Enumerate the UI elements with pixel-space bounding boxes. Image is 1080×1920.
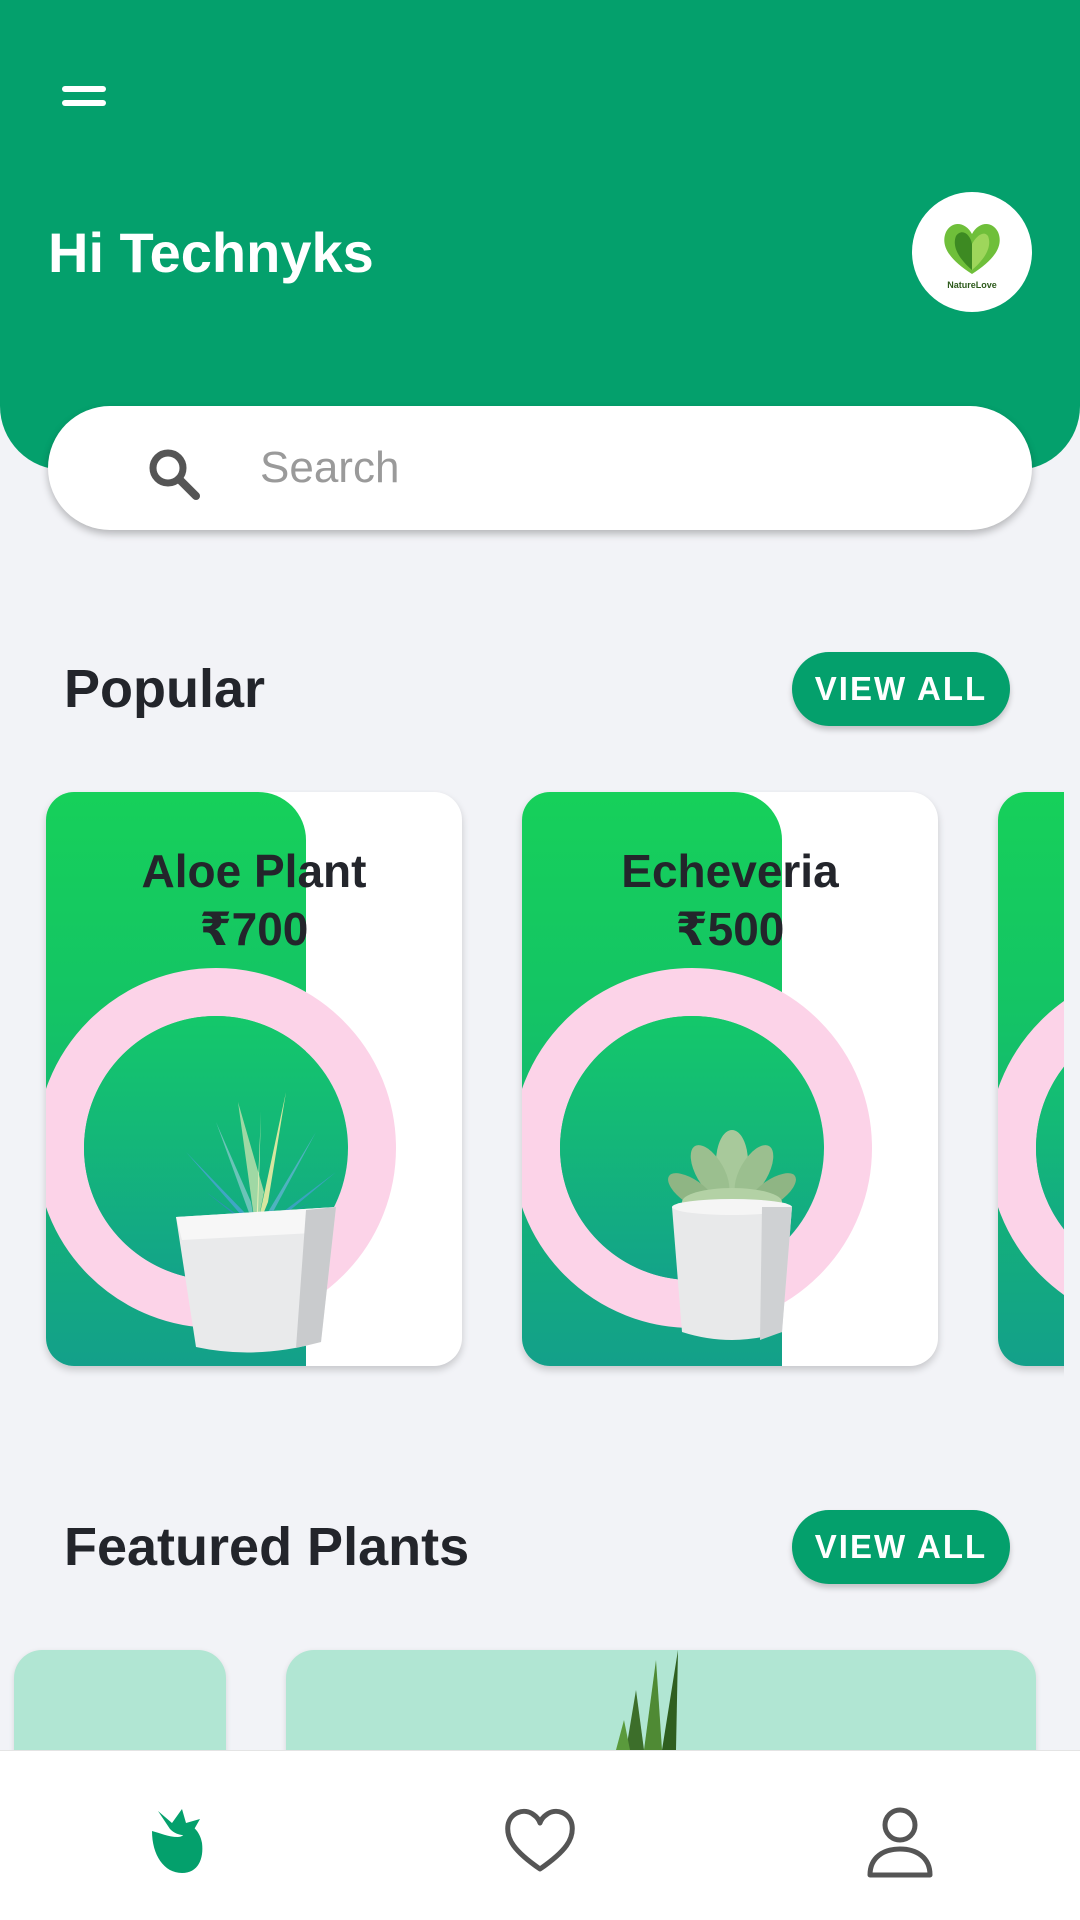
avatar[interactable]: NatureLove [912, 192, 1032, 312]
popular-title: Popular [64, 659, 266, 719]
aloe-plant-image [176, 1092, 336, 1353]
snake-plant-image [616, 1650, 678, 1750]
plant-name: Aloe Plant [141, 845, 367, 897]
greeting-text: Hi Technyks [48, 221, 374, 284]
popular-view-all-button[interactable]: VIEW ALL [792, 652, 1010, 726]
search-input[interactable] [260, 436, 1000, 500]
logo-leaf-icon [944, 223, 1000, 274]
plant-card[interactable] [998, 792, 1064, 1366]
featured-view-all-button[interactable]: VIEW ALL [792, 1510, 1010, 1584]
menu-icon[interactable] [56, 80, 112, 120]
search-bar[interactable] [48, 406, 1032, 530]
bottom-nav [0, 1750, 1080, 1920]
header-banner: Hi Technyks NatureLove [0, 0, 1080, 470]
profile-icon[interactable] [860, 1801, 940, 1881]
popular-carousel[interactable]: Aloe Plant ₹700 Echeveria ₹500 [0, 790, 1064, 1380]
plant-card[interactable]: Aloe Plant ₹700 [46, 792, 462, 1366]
plant-icon[interactable] [138, 1801, 218, 1881]
plant-price: ₹700 [199, 903, 309, 955]
plant-card[interactable]: Echeveria ₹500 [522, 792, 938, 1366]
plant-price: ₹500 [675, 903, 785, 955]
heart-icon[interactable] [500, 1801, 580, 1881]
logo-text: NatureLove [947, 280, 997, 290]
search-icon [149, 449, 200, 500]
echeveria-plant-image [668, 1130, 796, 1340]
featured-title: Featured Plants [64, 1517, 470, 1577]
plant-name: Echeveria [621, 845, 839, 897]
